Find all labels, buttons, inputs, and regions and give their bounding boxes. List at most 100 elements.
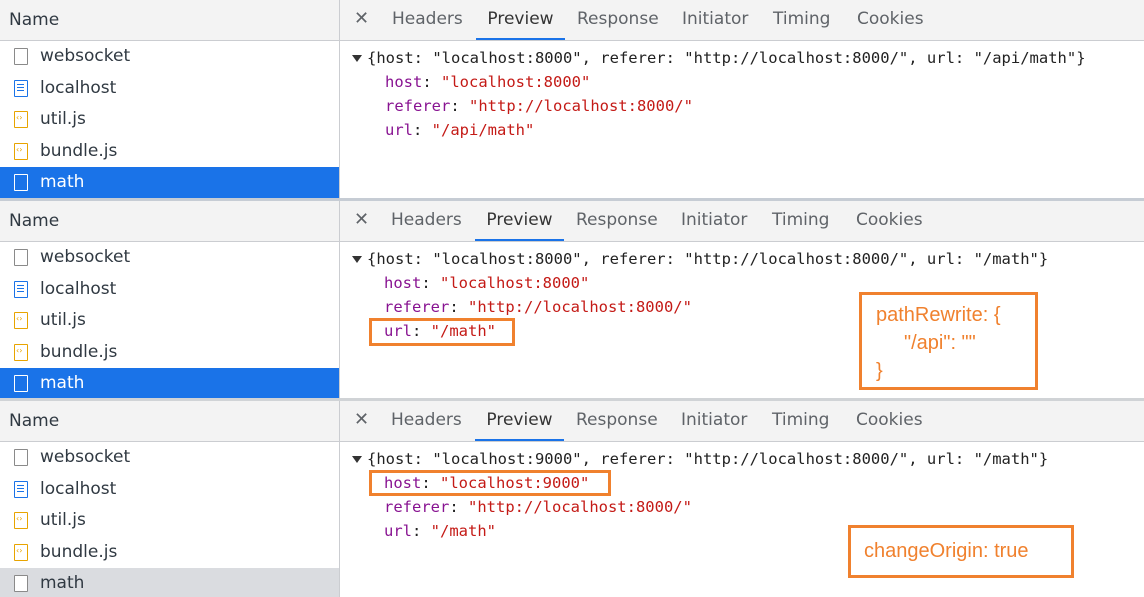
request-name: localhost <box>40 77 117 98</box>
request-row-util-js[interactable]: util.js <box>0 305 339 337</box>
document-icon <box>14 375 28 392</box>
request-name: math <box>40 573 85 593</box>
annotation-line: } <box>876 360 883 382</box>
change-origin-annotation: changeOrigin: true <box>848 525 1074 578</box>
request-row-util-js[interactable]: util.js <box>0 505 339 537</box>
tab-cookies[interactable]: Cookies <box>856 201 923 241</box>
script-icon <box>14 142 28 160</box>
expand-triangle-icon[interactable] <box>352 256 362 263</box>
request-row-util-js[interactable]: util.js <box>0 104 339 136</box>
close-icon[interactable]: ✕ <box>354 409 369 431</box>
tab-preview[interactable]: Preview <box>476 0 565 40</box>
document-icon <box>14 174 28 191</box>
property-host: host: "localhost:8000" <box>385 73 591 91</box>
tab-response[interactable]: Response <box>576 201 658 241</box>
property-url: url: "/math" <box>384 522 496 540</box>
document-icon <box>14 48 28 65</box>
script-icon <box>14 111 28 128</box>
request-name: websocket <box>40 46 131 66</box>
request-name: websocket <box>40 247 131 267</box>
details-tabbar: ✕ Headers Preview Response Initiator Tim… <box>340 401 1144 442</box>
request-row-math[interactable]: math <box>0 167 339 198</box>
tab-cookies[interactable]: Cookies <box>857 0 924 40</box>
annotation-line: pathRewrite: { <box>876 304 1001 326</box>
devtools-panel-1: Name websocket localhost util.js bundle.… <box>0 0 1144 198</box>
details-tabbar: ✕ Headers Preview Response Initiator Tim… <box>340 0 1144 41</box>
details-tabbar: ✕ Headers Preview Response Initiator Tim… <box>340 201 1144 242</box>
name-column-header[interactable]: Name <box>0 201 339 242</box>
tab-headers[interactable]: Headers <box>392 0 463 40</box>
request-list: Name websocket localhost util.js bundle.… <box>0 0 340 198</box>
tab-response[interactable]: Response <box>576 401 658 441</box>
expand-triangle-icon[interactable] <box>352 456 362 463</box>
request-row-bundle-js[interactable]: bundle.js <box>0 337 339 369</box>
tab-timing[interactable]: Timing <box>772 401 829 441</box>
name-column-header[interactable]: Name <box>0 0 339 41</box>
request-name: bundle.js <box>40 140 118 161</box>
tab-timing[interactable]: Timing <box>772 201 829 241</box>
object-summary[interactable]: {host: "localhost:8000", referer: "http:… <box>367 48 1086 68</box>
tab-cookies[interactable]: Cookies <box>856 401 923 441</box>
html-document-icon <box>14 79 28 97</box>
property-referer: referer: "http://localhost:8000/" <box>384 298 692 316</box>
property-host: host: "localhost:8000" <box>384 274 590 292</box>
path-rewrite-annotation: pathRewrite: { "/api": "" } <box>859 292 1038 390</box>
script-icon <box>14 312 28 329</box>
request-name: math <box>40 172 85 192</box>
request-name: util.js <box>40 510 86 530</box>
script-icon <box>14 543 28 561</box>
request-row-math[interactable]: math <box>0 568 339 597</box>
script-icon <box>14 512 28 529</box>
annotation-line: "/api": "" <box>904 332 976 354</box>
request-name: bundle.js <box>40 541 118 562</box>
tab-initiator[interactable]: Initiator <box>681 401 747 441</box>
name-column-header[interactable]: Name <box>0 401 339 442</box>
object-summary[interactable]: {host: "localhost:9000", referer: "http:… <box>367 449 1048 469</box>
document-icon <box>14 449 28 466</box>
tab-initiator[interactable]: Initiator <box>681 201 747 241</box>
request-name: util.js <box>40 109 86 129</box>
request-row-websocket[interactable]: websocket <box>0 442 339 474</box>
property-url: url: "/api/math" <box>385 121 535 139</box>
request-row-localhost[interactable]: localhost <box>0 73 339 105</box>
tab-headers[interactable]: Headers <box>391 401 462 441</box>
request-row-localhost[interactable]: localhost <box>0 474 339 506</box>
url-highlight-box <box>369 318 515 346</box>
request-list: Name websocket localhost util.js bundle.… <box>0 201 340 398</box>
request-details: ✕ Headers Preview Response Initiator Tim… <box>340 0 1144 198</box>
request-details: ✕ Headers Preview Response Initiator Tim… <box>340 201 1144 398</box>
close-icon[interactable]: ✕ <box>354 8 369 30</box>
request-row-localhost[interactable]: localhost <box>0 274 339 306</box>
script-icon <box>14 343 28 361</box>
tab-timing[interactable]: Timing <box>773 0 830 40</box>
request-name: util.js <box>40 310 86 330</box>
close-icon[interactable]: ✕ <box>354 209 369 231</box>
request-row-bundle-js[interactable]: bundle.js <box>0 136 339 168</box>
tab-preview[interactable]: Preview <box>475 401 564 441</box>
devtools-panel-3: Name websocket localhost util.js bundle.… <box>0 401 1144 597</box>
document-icon <box>14 575 28 592</box>
expand-triangle-icon[interactable] <box>352 55 362 62</box>
request-name: math <box>40 373 85 393</box>
tab-response[interactable]: Response <box>577 0 659 40</box>
document-icon <box>14 249 28 266</box>
devtools-panel-2: Name websocket localhost util.js bundle.… <box>0 201 1144 398</box>
request-row-websocket[interactable]: websocket <box>0 242 339 274</box>
tab-initiator[interactable]: Initiator <box>682 0 748 40</box>
request-name: localhost <box>40 278 117 299</box>
property-referer: referer: "http://localhost:8000/" <box>385 97 693 115</box>
request-details: ✕ Headers Preview Response Initiator Tim… <box>340 401 1144 597</box>
request-name: websocket <box>40 447 131 467</box>
html-document-icon <box>14 280 28 298</box>
host-highlight-box <box>369 470 611 496</box>
tab-preview[interactable]: Preview <box>475 201 564 241</box>
request-name: localhost <box>40 478 117 499</box>
request-row-websocket[interactable]: websocket <box>0 41 339 73</box>
request-list: Name websocket localhost util.js bundle.… <box>0 401 340 597</box>
property-referer: referer: "http://localhost:8000/" <box>384 498 692 516</box>
request-row-bundle-js[interactable]: bundle.js <box>0 537 339 569</box>
tab-headers[interactable]: Headers <box>391 201 462 241</box>
request-name: bundle.js <box>40 341 118 362</box>
request-row-math[interactable]: math <box>0 368 339 398</box>
object-summary[interactable]: {host: "localhost:8000", referer: "http:… <box>367 249 1048 269</box>
